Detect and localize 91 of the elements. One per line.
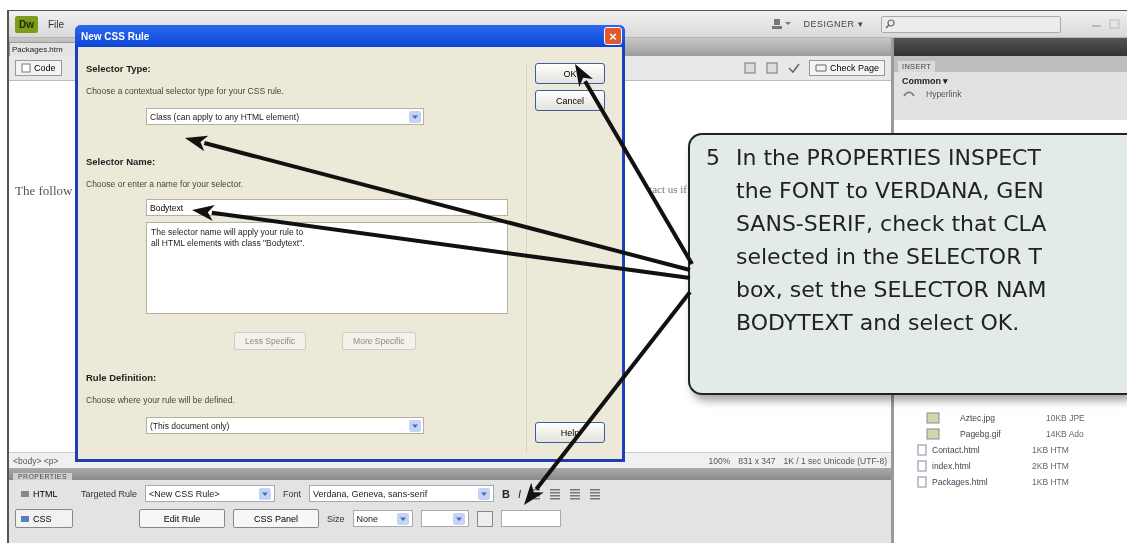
code-view-button[interactable]: Code — [15, 60, 62, 76]
align-icon — [589, 487, 602, 500]
code-view-icon — [21, 63, 31, 73]
select-value: None — [356, 513, 379, 524]
category-dropdown[interactable]: Common ▾ — [902, 76, 1119, 86]
select-value: Class (can apply to any HTML element) — [150, 111, 299, 122]
maximize-icon — [1109, 19, 1121, 29]
file-name[interactable]: Pagebg.gif — [940, 429, 1046, 439]
step-number: 5 — [706, 145, 720, 172]
bold-button[interactable]: B — [502, 487, 510, 500]
validate-icon — [786, 62, 801, 74]
css-panel-button[interactable]: CSS Panel — [233, 509, 319, 528]
italic-button[interactable]: I — [518, 487, 522, 500]
caret-icon[interactable]: ▾ — [857, 19, 863, 29]
selector-type-select[interactable]: Class (can apply to any HTML element) — [146, 108, 424, 125]
section-hint: Choose where your rule will be defined. — [86, 395, 236, 405]
close-button[interactable]: × — [604, 27, 622, 45]
file-info: 10KB JPE — [1046, 413, 1085, 423]
edit-rule-button[interactable]: Edit Rule — [139, 509, 225, 528]
download-info: 1K / 1 sec Unicode (UTF-8) — [783, 455, 887, 466]
document-tab[interactable]: Packages.htm — [9, 42, 77, 56]
instruction-text: SANS-SERIF, check that CLA — [736, 211, 1047, 236]
section-hint: Choose a contextual selector type for your CSS rule. — [86, 86, 285, 96]
tag-selector[interactable]: <body> <p> — [13, 455, 59, 466]
dropdown-icon — [396, 512, 409, 525]
instruction-text: In the PROPERTIES INSPECT — [736, 145, 1042, 170]
dropdown-icon — [409, 419, 421, 432]
instruction-text: selected in the SELECTOR T — [736, 244, 1043, 269]
page-file-icon — [916, 444, 928, 456]
section-heading: Selector Name: — [86, 156, 157, 167]
unit-select[interactable] — [420, 510, 469, 527]
layout-icon — [771, 17, 794, 31]
file-name[interactable]: Packages.html — [928, 477, 1032, 487]
targeted-rule-select[interactable]: <New CSS Rule> — [145, 485, 276, 502]
selector-name-field[interactable]: Bodytext — [146, 199, 508, 216]
field-label: Targeted Rule — [81, 488, 138, 499]
image-file-icon — [926, 412, 940, 424]
select-value: <New CSS Rule> — [149, 488, 220, 499]
color-swatch[interactable] — [476, 510, 493, 527]
ok-button[interactable]: OK — [535, 63, 605, 84]
field-label: Font — [283, 488, 302, 499]
select-value: (This document only) — [150, 420, 230, 431]
align-icon — [549, 487, 562, 500]
dropdown-icon — [478, 487, 491, 500]
instruction-text: box, set the SELECTOR NAM — [736, 277, 1047, 302]
cancel-button[interactable]: Cancel — [535, 90, 605, 111]
search-icon — [885, 19, 895, 29]
html-icon — [20, 488, 30, 499]
dropdown-icon — [409, 110, 421, 123]
file-name[interactable]: Contact.html — [928, 445, 1032, 455]
workspace-label[interactable]: DESIGNER — [803, 19, 855, 29]
align-icon — [569, 487, 582, 500]
font-select[interactable]: Verdana, Geneva, sans-serif — [309, 485, 495, 502]
page-file-icon — [916, 460, 928, 472]
check-page-button[interactable]: Check Page — [808, 60, 885, 76]
css-icon — [20, 513, 30, 524]
page-icon — [764, 62, 779, 74]
file-name[interactable]: Aztec.jpg — [940, 413, 1046, 423]
rule-definition-select[interactable]: (This document only) — [146, 417, 424, 434]
image-file-icon — [926, 428, 940, 440]
file-name[interactable]: index.html — [928, 461, 1032, 471]
dialog-title: New CSS Rule — [81, 30, 150, 42]
color-field[interactable] — [500, 510, 561, 527]
menu-item[interactable]: File — [48, 18, 65, 30]
instruction-text: BODYTEXT and select OK. — [736, 310, 1021, 335]
section-hint: Choose or enter a name for your selector. — [86, 179, 244, 189]
section-heading: Rule Definition: — [86, 372, 158, 383]
app-logo: Dw — [15, 15, 38, 33]
hyperlink-icon — [902, 89, 916, 99]
file-info: 2KB HTM — [1032, 461, 1069, 471]
css-mode-button[interactable]: CSS — [15, 509, 73, 528]
dropdown-icon — [452, 512, 465, 525]
size-select[interactable]: None — [352, 510, 413, 527]
zoom-level[interactable]: 100% — [708, 455, 731, 466]
field-label: Size — [327, 513, 345, 524]
file-info: 1KB HTM — [1032, 477, 1069, 487]
instruction-text: the FONT to VERDANA, GEN — [736, 178, 1045, 203]
check-page-icon — [814, 63, 827, 73]
page-icon — [742, 62, 757, 74]
insert-item[interactable]: Hyperlink — [902, 89, 1119, 99]
window-size: 831 x 347 — [738, 455, 776, 466]
selector-description: The selector name will apply your rule to all HTML elements with class "Bodytext". — [146, 222, 508, 314]
page-file-icon — [916, 476, 928, 488]
file-info: 14KB Ado — [1046, 429, 1084, 439]
section-heading: Selector Type: — [86, 63, 152, 74]
dropdown-icon — [259, 487, 272, 500]
search-field[interactable] — [881, 15, 1061, 33]
body-text: The follow — [15, 183, 73, 199]
select-value: Verdana, Geneva, sans-serif — [313, 488, 428, 499]
file-info: 1KB HTM — [1032, 445, 1069, 455]
html-mode-button[interactable]: HTML — [15, 484, 73, 503]
